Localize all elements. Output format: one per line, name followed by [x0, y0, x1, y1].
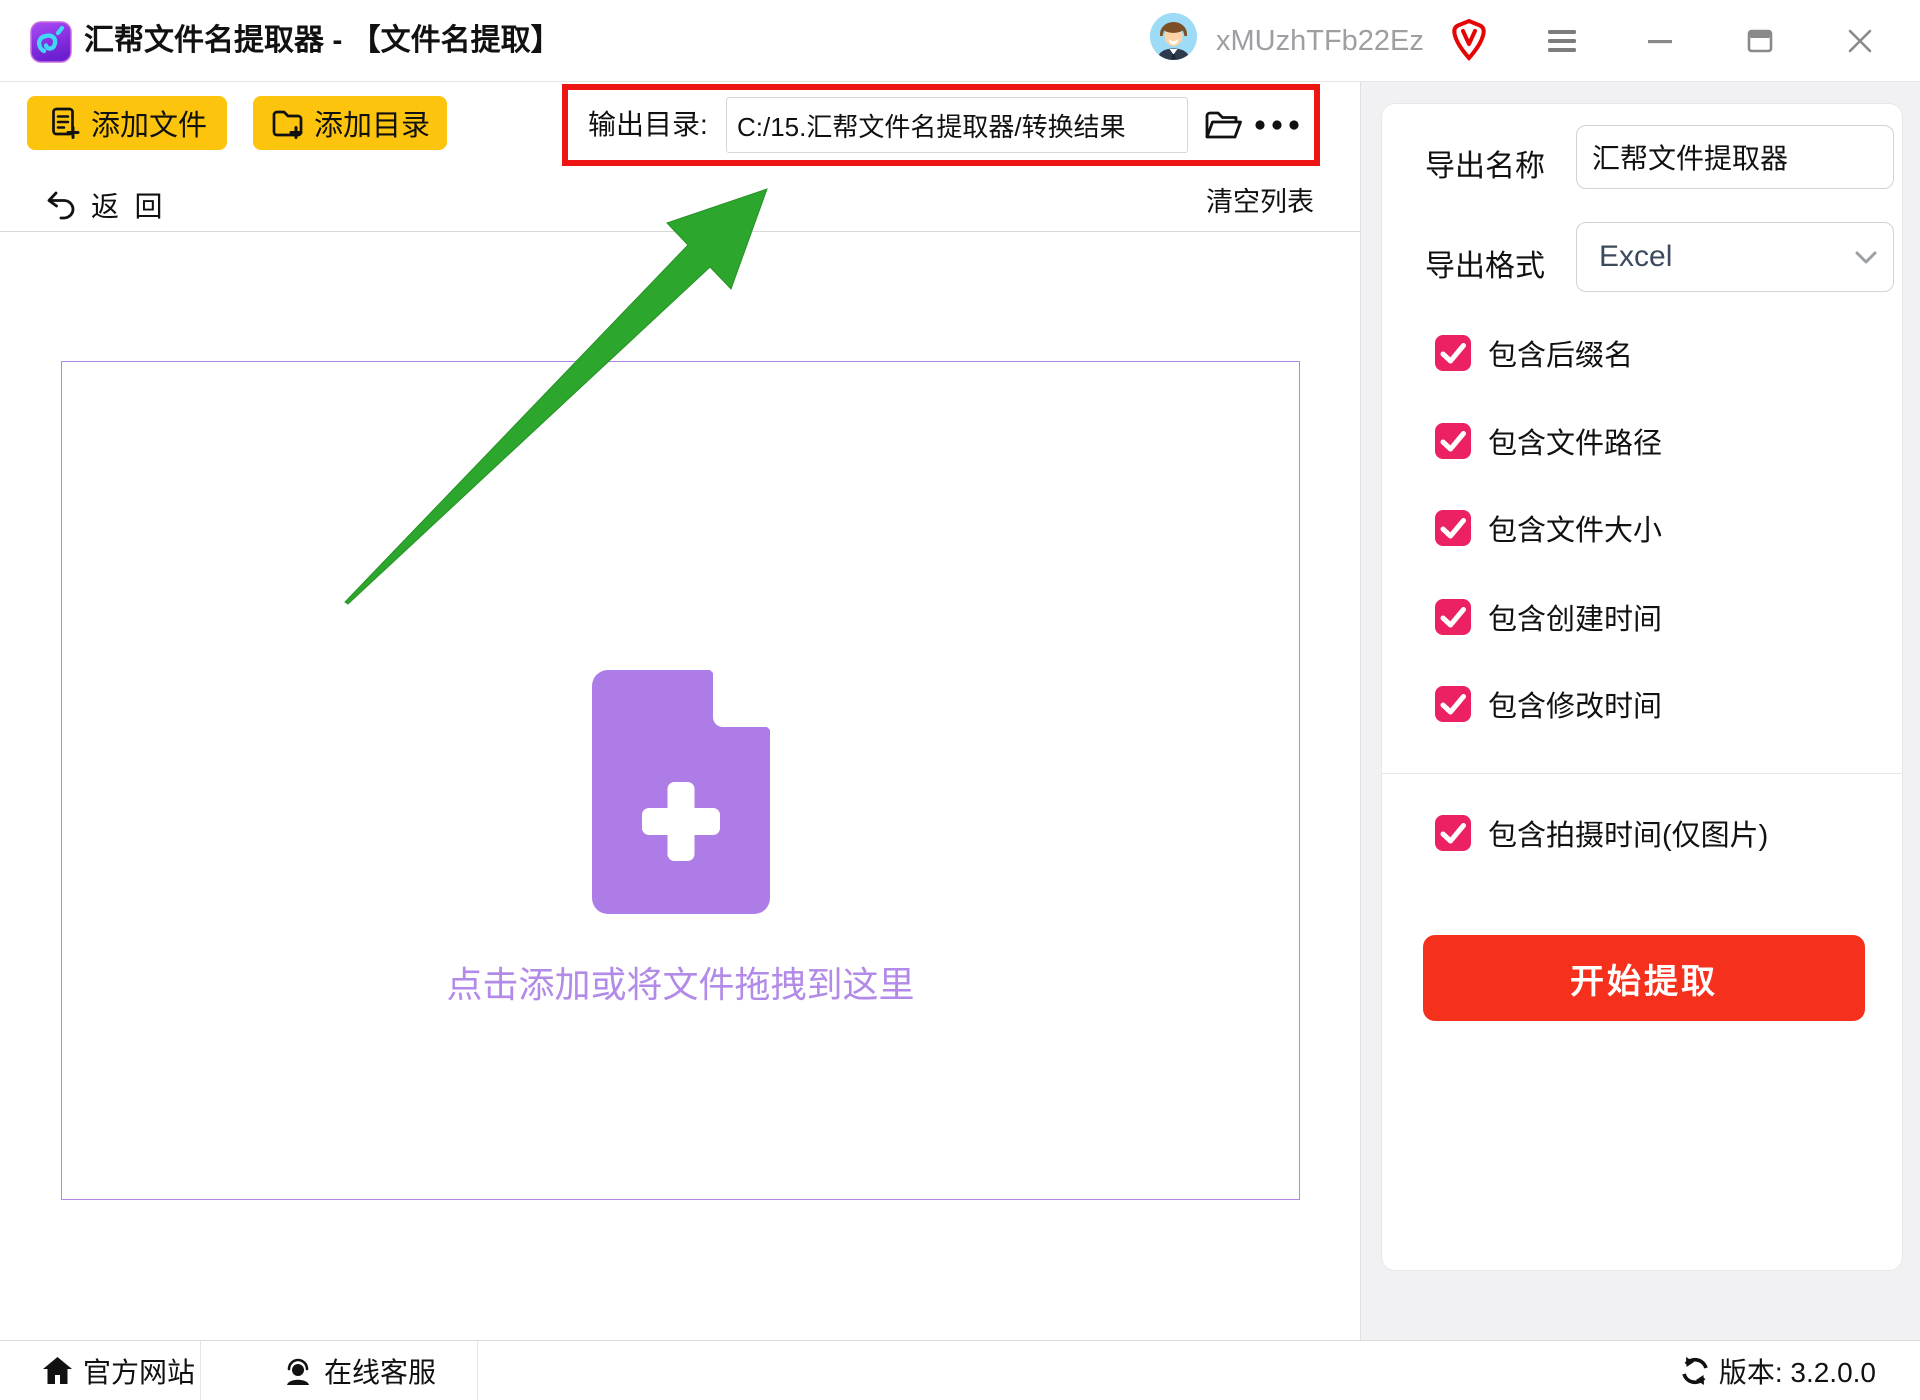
checkbox-checked-icon [1435, 510, 1471, 546]
version-area: 版本: 3.2.0.0 [1679, 1341, 1876, 1400]
export-format-select[interactable]: Excel [1576, 222, 1894, 292]
file-drop-zone[interactable]: 点击添加或将文件拖拽到这里 [61, 361, 1300, 1200]
minimize-icon [1647, 28, 1673, 54]
export-format-label: 导出格式 [1425, 241, 1545, 285]
footer-divider [477, 1341, 478, 1400]
output-dir-label: 输出目录: [588, 96, 708, 154]
add-folder-label: 添加目录 [314, 102, 430, 144]
maximize-button[interactable] [1736, 22, 1784, 60]
minimize-button[interactable] [1636, 22, 1684, 60]
checkbox-checked-icon [1435, 423, 1471, 459]
checkbox-label: 包含创建时间 [1488, 596, 1662, 638]
open-folder-icon [1203, 109, 1243, 141]
checkbox-include-file-size[interactable]: 包含文件大小 [1435, 510, 1662, 546]
app-logo-icon [30, 21, 72, 63]
menu-button[interactable] [1538, 22, 1586, 60]
add-folder-button[interactable]: 添加目录 [253, 96, 447, 150]
app-window: 汇帮文件名提取器 - 【文件名提取】 xMUzhTFb22Ez [0, 0, 1920, 1400]
checkbox-label: 包含后缀名 [1488, 332, 1633, 374]
vip-badge-icon[interactable] [1448, 18, 1490, 62]
user-avatar[interactable] [1150, 13, 1197, 60]
hamburger-icon [1548, 29, 1576, 53]
checkbox-include-shot-time[interactable]: 包含拍摄时间(仅图片) [1435, 815, 1768, 851]
chevron-down-icon [1855, 251, 1877, 265]
checkbox-checked-icon [1435, 686, 1471, 722]
checkbox-label: 包含文件路径 [1488, 420, 1662, 462]
version-text: 版本: 3.2.0.0 [1719, 1351, 1876, 1391]
ellipsis-icon [1254, 119, 1300, 131]
checkbox-checked-icon [1435, 599, 1471, 635]
back-label: 返 回 [91, 185, 163, 225]
online-service-label: 在线客服 [324, 1351, 436, 1391]
online-service-link[interactable]: 在线客服 [282, 1341, 436, 1400]
add-files-button[interactable]: 添加文件 [27, 96, 227, 150]
refresh-icon[interactable] [1679, 1355, 1711, 1387]
drop-zone-hint: 点击添加或将文件拖拽到这里 [62, 956, 1299, 1008]
checkbox-include-extension[interactable]: 包含后缀名 [1435, 335, 1633, 371]
browse-folder-button[interactable] [1198, 101, 1248, 149]
checkbox-label: 包含拍摄时间(仅图片) [1488, 812, 1768, 854]
home-icon [42, 1356, 73, 1386]
footer-bar: 官方网站 在线客服 版本: 3.2.0.0 [0, 1340, 1920, 1400]
toolbar-separator [0, 231, 1360, 232]
checkbox-label: 包含文件大小 [1488, 507, 1662, 549]
window-title: 汇帮文件名提取器 - 【文件名提取】 [84, 0, 561, 82]
official-website-label: 官方网站 [83, 1351, 195, 1391]
close-icon [1848, 29, 1872, 53]
maximize-icon [1747, 28, 1773, 54]
clear-list-button[interactable]: 清空列表 [1206, 184, 1314, 220]
export-format-value: Excel [1599, 223, 1672, 291]
checkbox-checked-icon [1435, 335, 1471, 371]
customer-service-icon [282, 1355, 314, 1387]
output-dir-input[interactable] [726, 97, 1188, 153]
more-options-button[interactable] [1250, 101, 1304, 149]
undo-icon [45, 190, 77, 220]
titlebar: 汇帮文件名提取器 - 【文件名提取】 xMUzhTFb22Ez [0, 0, 1920, 82]
username-text: xMUzhTFb22Ez [1216, 0, 1424, 82]
checkbox-group-divider [1382, 773, 1902, 774]
checkbox-include-created-time[interactable]: 包含创建时间 [1435, 599, 1662, 635]
export-name-input[interactable] [1576, 125, 1894, 189]
footer-divider [200, 1341, 201, 1400]
add-file-placeholder-icon [592, 670, 770, 914]
export-name-label: 导出名称 [1425, 141, 1545, 185]
official-website-link[interactable]: 官方网站 [42, 1341, 195, 1400]
settings-card: 导出名称 导出格式 Excel 包含后缀名 包含文件路径 包含文件大小 [1381, 103, 1903, 1271]
settings-panel: 导出名称 导出格式 Excel 包含后缀名 包含文件路径 包含文件大小 [1360, 82, 1920, 1340]
start-extract-button[interactable]: 开始提取 [1423, 935, 1865, 1021]
close-button[interactable] [1836, 22, 1884, 60]
checkbox-label: 包含修改时间 [1488, 683, 1662, 725]
add-files-label: 添加文件 [91, 102, 207, 144]
document-plus-icon [47, 106, 81, 140]
back-button[interactable]: 返 回 [45, 184, 163, 226]
folder-plus-icon [270, 106, 304, 140]
checkbox-include-modified-time[interactable]: 包含修改时间 [1435, 686, 1662, 722]
checkbox-checked-icon [1435, 815, 1471, 851]
checkbox-include-file-path[interactable]: 包含文件路径 [1435, 423, 1662, 459]
